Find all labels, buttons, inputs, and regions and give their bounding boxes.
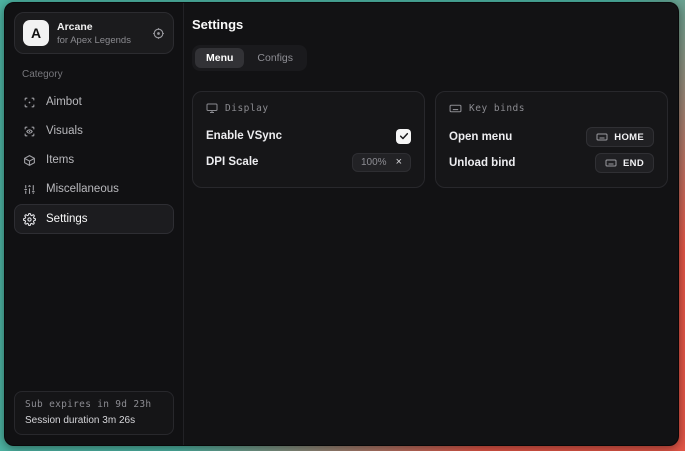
keyboard-icon (596, 131, 608, 143)
brand-text: Arcane for Apex Legends (57, 21, 144, 46)
brand-subtitle: for Apex Legends (57, 35, 144, 46)
unload-bind-label: Unload bind (449, 157, 515, 169)
settings-cards: Display Enable VSync DPI Scale 100% × (192, 91, 668, 188)
sidebar-item-label: Settings (46, 213, 88, 225)
dpi-scale-value: 100% (361, 157, 387, 168)
sidebar-item-label: Items (46, 154, 74, 166)
gear-icon (23, 213, 36, 226)
category-label: Category (22, 69, 174, 80)
brand-title: Arcane (57, 21, 144, 33)
brand-card[interactable]: A Arcane for Apex Legends (14, 12, 174, 54)
sidebar-item-label: Aimbot (46, 96, 82, 108)
sidebar-item-settings[interactable]: Settings (14, 204, 174, 234)
tab-configs[interactable]: Configs (246, 48, 304, 68)
open-menu-label: Open menu (449, 131, 512, 143)
keybinds-card-header: Key binds (449, 102, 654, 115)
brand-logo: A (23, 20, 49, 46)
tab-menu[interactable]: Menu (195, 48, 244, 68)
vsync-label: Enable VSync (206, 130, 282, 142)
app-window: A Arcane for Apex Legends Category (4, 2, 679, 446)
brand-logo-letter: A (31, 25, 41, 41)
crosshair-icon (23, 96, 36, 109)
clear-icon[interactable]: × (396, 157, 402, 168)
vsync-checkbox[interactable] (396, 129, 411, 144)
sub-expires-text: Sub expires in 9d 23h (25, 399, 163, 410)
setting-row-unload-bind: Unload bind END (449, 151, 654, 175)
sidebar-item-aimbot[interactable]: Aimbot (14, 88, 174, 116)
sidebar-item-label: Miscellaneous (46, 183, 119, 195)
display-card-title: Display (225, 103, 269, 114)
keyboard-icon (605, 157, 617, 169)
keyboard-icon (449, 102, 462, 115)
unload-bind-key: END (623, 158, 644, 169)
sidebar-item-label: Visuals (46, 125, 83, 137)
page-title: Settings (192, 17, 668, 32)
sidebar-spacer (14, 234, 174, 391)
setting-row-open-menu: Open menu HOME (449, 125, 654, 149)
unload-bind-keybind[interactable]: END (595, 153, 654, 173)
sidebar-item-miscellaneous[interactable]: Miscellaneous (14, 175, 174, 203)
eye-scan-icon (23, 125, 36, 138)
sliders-icon (23, 183, 36, 196)
sidebar: A Arcane for Apex Legends Category (5, 3, 184, 445)
sidebar-item-items[interactable]: Items (14, 146, 174, 174)
sidebar-item-visuals[interactable]: Visuals (14, 117, 174, 145)
dpi-scale-input[interactable]: 100% × (352, 153, 411, 172)
display-card-header: Display (206, 102, 411, 114)
session-card: Sub expires in 9d 23h Session duration 3… (14, 391, 174, 435)
open-menu-keybind[interactable]: HOME (586, 127, 654, 147)
keybinds-card-title: Key binds (469, 103, 525, 114)
dpi-label: DPI Scale (206, 156, 258, 168)
cube-icon (23, 154, 36, 167)
target-icon[interactable] (152, 27, 165, 40)
monitor-icon (206, 102, 218, 114)
sidebar-nav: Aimbot Visuals Items (14, 88, 174, 234)
display-card: Display Enable VSync DPI Scale 100% × (192, 91, 425, 188)
main-content: Settings Menu Configs Display Enable VSy… (184, 3, 679, 445)
setting-row-dpi: DPI Scale 100% × (206, 150, 411, 174)
keybinds-card: Key binds Open menu HOME Unload bin (435, 91, 668, 188)
tab-group: Menu Configs (192, 45, 307, 71)
open-menu-key: HOME (614, 132, 644, 143)
setting-row-vsync: Enable VSync (206, 124, 411, 148)
session-duration-text: Session duration 3m 26s (25, 415, 163, 426)
check-icon (399, 131, 409, 141)
